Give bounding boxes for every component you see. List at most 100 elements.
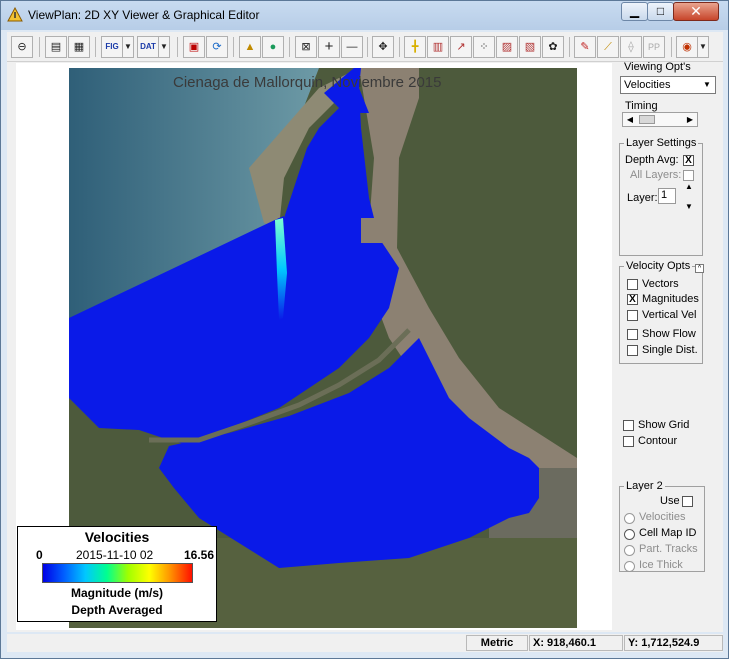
depth-avg-label: Depth Avg: bbox=[625, 154, 679, 166]
viewing-select-value: Velocities bbox=[624, 79, 671, 91]
window-title: ViewPlan: 2D XY Viewer & Graphical Edito… bbox=[28, 8, 260, 22]
radio-cell-map-id-label: Cell Map ID bbox=[639, 527, 697, 539]
toolbar-separator bbox=[233, 37, 234, 57]
radio-cell-map-id[interactable] bbox=[624, 529, 635, 540]
radio-velocities[interactable] bbox=[624, 513, 635, 524]
layer2-use-checkbox[interactable] bbox=[682, 496, 693, 507]
toolbar-separator bbox=[95, 37, 96, 57]
radio-part-tracks-label: Part. Tracks bbox=[639, 543, 698, 555]
scroll-right-icon[interactable]: ▶ bbox=[683, 113, 697, 126]
spin-up-icon[interactable]: ▲ bbox=[685, 182, 693, 191]
radio-ice-thick[interactable] bbox=[624, 561, 635, 572]
triangle-icon[interactable]: ▲ bbox=[239, 36, 261, 58]
toolbar-separator bbox=[289, 37, 290, 57]
contour-checkbox[interactable] bbox=[623, 436, 634, 447]
dat-export-icon[interactable]: DAT bbox=[137, 36, 159, 58]
plot-icon[interactable]: ↗ bbox=[450, 36, 472, 58]
show-flow-checkbox[interactable] bbox=[627, 329, 638, 340]
target-icon[interactable]: ◉ bbox=[676, 36, 698, 58]
chevron-down-icon[interactable]: ▼ bbox=[700, 78, 714, 92]
viewing-select[interactable]: Velocities ▼ bbox=[620, 76, 716, 94]
target-dropdown-icon[interactable]: ▼ bbox=[698, 36, 709, 58]
status-units: Metric bbox=[466, 635, 528, 651]
title-bar: ViewPlan: 2D XY Viewer & Graphical Edito… bbox=[1, 1, 728, 30]
toolbar-separator bbox=[177, 37, 178, 57]
pan-icon[interactable]: ✥ bbox=[372, 36, 394, 58]
toolbar-separator bbox=[671, 37, 672, 57]
brush-icon[interactable]: ⟋ bbox=[597, 36, 619, 58]
show-grid-label: Show Grid bbox=[638, 419, 690, 431]
vectors-checkbox[interactable] bbox=[627, 279, 638, 290]
layer2-use-label: Use bbox=[660, 495, 680, 507]
legend-colorbar bbox=[42, 563, 193, 583]
plot-points-icon[interactable]: ⁘ bbox=[473, 36, 495, 58]
legend-title: Velocities bbox=[84, 529, 150, 545]
save-icon[interactable]: ▣ bbox=[183, 36, 205, 58]
app-icon bbox=[7, 7, 23, 22]
timing-scrollbar[interactable]: ◀ ▶ bbox=[622, 112, 698, 127]
fig-dropdown-icon[interactable]: ▼ bbox=[123, 36, 134, 58]
vertical-vel-label: Vertical Vel bbox=[642, 309, 697, 321]
map-title: Cienaga de Mallorquin, Noviembre 2015 bbox=[173, 74, 442, 91]
printer-icon[interactable]: ▤ bbox=[45, 36, 67, 58]
velocity-opts-title: Velocity Opts bbox=[624, 260, 693, 272]
legend-depth-label: Depth Averaged bbox=[71, 603, 163, 617]
single-dist-label: Single Dist. bbox=[642, 344, 698, 356]
radio-velocities-label: Velocities bbox=[639, 511, 686, 523]
all-layers-label: All Layers: bbox=[630, 169, 682, 181]
globe-icon[interactable]: ⊖ bbox=[11, 36, 33, 58]
close-icon: ✕ bbox=[690, 3, 702, 19]
close-button[interactable]: ✕ bbox=[673, 2, 719, 21]
status-y-coordinate: Y: 1,712,524.9 bbox=[624, 635, 723, 651]
magnitudes-checkbox[interactable]: X bbox=[627, 294, 638, 305]
earth-icon[interactable]: ● bbox=[262, 36, 284, 58]
plot-chart-icon[interactable]: ▨ bbox=[496, 36, 518, 58]
magnitudes-label: Magnitudes bbox=[642, 293, 699, 305]
toolbar-separator bbox=[399, 37, 400, 57]
inlet-block bbox=[361, 218, 383, 243]
toolbar-separator bbox=[569, 37, 570, 57]
plus-icon[interactable]: + bbox=[318, 36, 340, 58]
scroll-left-icon[interactable]: ◀ bbox=[623, 113, 637, 126]
status-bar: Metric X: 918,460.1 Y: 1,712,524.9 bbox=[7, 634, 723, 652]
pencil-icon[interactable]: ✎ bbox=[574, 36, 596, 58]
layer-label: Layer: bbox=[627, 192, 658, 204]
layer-input[interactable]: 1 bbox=[658, 188, 676, 204]
fig-export-icon[interactable]: FIG bbox=[101, 36, 123, 58]
dat-dropdown-icon[interactable]: ▼ bbox=[159, 36, 170, 58]
maximize-button[interactable]: □ bbox=[647, 2, 674, 21]
spin-down-icon[interactable]: ▼ bbox=[685, 202, 693, 211]
velocity-legend: Velocities 0 2015-11-10 02 16.56 Magnitu… bbox=[17, 526, 217, 622]
show-grid-checkbox[interactable] bbox=[623, 420, 634, 431]
single-dist-checkbox[interactable] bbox=[627, 345, 638, 356]
film-icon[interactable]: ✿ bbox=[542, 36, 564, 58]
zoom-box-icon[interactable]: ⊠ bbox=[295, 36, 317, 58]
layer2-title: Layer 2 bbox=[624, 480, 665, 492]
show-flow-label: Show Flow bbox=[642, 328, 696, 340]
plot-canvas[interactable]: Cienaga de Mallorquin, Noviembre 2015 Ve… bbox=[16, 63, 612, 630]
plot-bars-icon[interactable]: ▧ bbox=[519, 36, 541, 58]
radio-part-tracks[interactable] bbox=[624, 545, 635, 556]
toolbar-separator bbox=[39, 37, 40, 57]
section-icon[interactable]: ╋ bbox=[404, 36, 426, 58]
collapse-icon[interactable]: ^ bbox=[695, 264, 704, 273]
legend-date: 2015-11-10 02 bbox=[76, 548, 154, 562]
disabled-tool-icon: ⟠ bbox=[620, 36, 642, 58]
refresh-icon[interactable]: ⟳ bbox=[206, 36, 228, 58]
legend-min: 0 bbox=[36, 548, 43, 562]
legend-max: 16.56 bbox=[184, 548, 215, 562]
maximize-icon: □ bbox=[656, 4, 665, 18]
timing-scroll-thumb[interactable] bbox=[639, 115, 655, 124]
depth-avg-checkbox[interactable]: X bbox=[683, 155, 694, 166]
radio-ice-thick-label: Ice Thick bbox=[639, 559, 683, 571]
status-x-coordinate: X: 918,460.1 bbox=[529, 635, 623, 651]
copy-icon[interactable]: ▦ bbox=[68, 36, 90, 58]
layer-settings-group: Layer Settings Depth Avg: X All Layers: … bbox=[619, 137, 703, 256]
vertical-vel-checkbox[interactable] bbox=[627, 310, 638, 321]
vectors-label: Vectors bbox=[642, 278, 679, 290]
all-layers-checkbox[interactable] bbox=[683, 170, 694, 181]
grid-icon[interactable]: ▥ bbox=[427, 36, 449, 58]
minus-icon[interactable]: — bbox=[341, 36, 363, 58]
minimize-button[interactable]: ▁ bbox=[621, 2, 648, 21]
app-window: ViewPlan: 2D XY Viewer & Graphical Edito… bbox=[0, 0, 729, 659]
